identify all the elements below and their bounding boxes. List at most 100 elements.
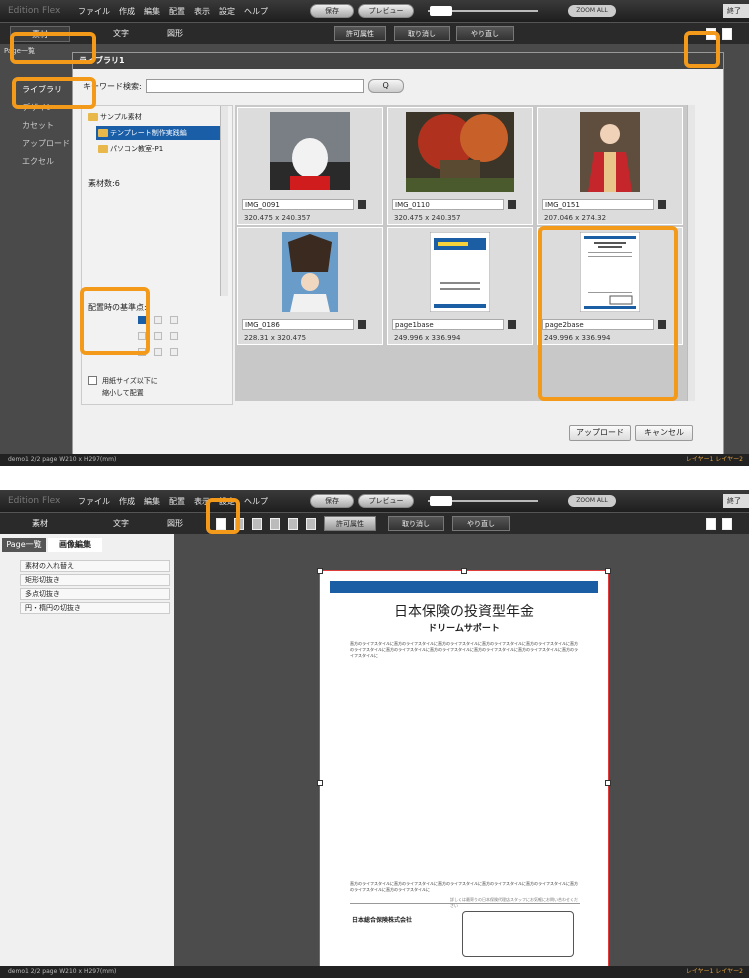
polygon-crop-button[interactable]: 多点切抜き <box>20 588 170 600</box>
item-name[interactable]: IMG_0110 <box>392 199 504 210</box>
anchor-mid-center[interactable] <box>154 332 162 340</box>
ellipse-crop-button[interactable]: 円・楕円の切抜き <box>20 602 170 614</box>
item-info-icon[interactable] <box>508 320 516 329</box>
library-item[interactable]: IMG_0186 228.31 x 320.475 <box>237 227 383 345</box>
tree-item-sample[interactable]: サンプル素材 <box>86 110 220 124</box>
tab-text[interactable]: 文字 <box>96 516 146 532</box>
screenshot-image-edit: Edition Flex ファイル 作成 編集 配置 表示 設定 ヘルプ 保存 … <box>0 490 749 978</box>
help-icon[interactable] <box>306 518 316 530</box>
zoom-all-button[interactable]: ZOOM ALL <box>568 495 616 507</box>
permission-button[interactable]: 許可属性 <box>324 516 376 531</box>
resize-handle[interactable] <box>605 568 611 574</box>
library-item[interactable]: IMG_0110 320.475 x 240.357 <box>387 107 533 225</box>
tree-scrollbar[interactable] <box>220 106 228 296</box>
preview-button[interactable]: プレビュー <box>358 494 414 508</box>
tree-item-template[interactable]: テンプレート制作実践編 <box>96 126 220 140</box>
menu-file[interactable]: ファイル <box>78 6 110 17</box>
item-name[interactable]: IMG_0091 <box>242 199 354 210</box>
menu-help[interactable]: ヘルプ <box>244 496 268 507</box>
tab-shape[interactable]: 図形 <box>150 516 200 532</box>
anchor-mid-right[interactable] <box>170 332 178 340</box>
sidebar-item-cassette[interactable]: カセット <box>22 120 54 131</box>
shrink-label-line1: 用紙サイズ以下に <box>102 377 158 385</box>
tree-item-pc-class[interactable]: パソコン教室-P1 <box>96 142 220 156</box>
resize-handle[interactable] <box>605 780 611 786</box>
anchor-bottom-center[interactable] <box>154 348 162 356</box>
menu-edit[interactable]: 編集 <box>144 6 160 17</box>
layer-indicator[interactable]: レイヤー1 レイヤー2 <box>686 454 743 466</box>
item-name[interactable]: IMG_0151 <box>542 199 654 210</box>
status-bar: demo1 2/2 page W210 x H297(mm) レイヤー1 レイヤ… <box>0 454 749 466</box>
zoom-slider-knob[interactable] <box>430 6 452 16</box>
rect-crop-button[interactable]: 矩形切抜き <box>20 574 170 586</box>
tab-image-edit[interactable]: 画像編集 <box>48 538 102 552</box>
menu-help[interactable]: ヘルプ <box>244 6 268 17</box>
item-name[interactable]: IMG_0186 <box>242 319 354 330</box>
menu-create[interactable]: 作成 <box>119 6 135 17</box>
search-input[interactable] <box>145 79 364 93</box>
undo-button[interactable]: 取り消し <box>394 26 450 41</box>
menu-edit[interactable]: 編集 <box>144 496 160 507</box>
page-double-icon[interactable] <box>722 518 732 530</box>
preview-button[interactable]: プレビュー <box>358 4 414 18</box>
library-item[interactable]: page1base 249.996 x 336.994 <box>387 227 533 345</box>
copy-icon[interactable] <box>270 518 280 530</box>
item-info-icon[interactable] <box>658 200 666 209</box>
item-info-icon[interactable] <box>358 320 366 329</box>
sidebar-item-excel[interactable]: エクセル <box>22 156 54 167</box>
resize-handle[interactable] <box>317 568 323 574</box>
save-button[interactable]: 保存 <box>310 4 354 18</box>
cancel-button[interactable]: キャンセル <box>635 425 693 441</box>
menu-arrange[interactable]: 配置 <box>169 496 185 507</box>
toolbar: 素材 文字 図形 許可属性 取り消し やり直し <box>0 512 749 534</box>
tab-material[interactable]: 素材 <box>10 516 70 532</box>
library-item[interactable]: IMG_0151 207.046 x 274.32 <box>537 107 683 225</box>
page-title: 日本保険の投資型年金 <box>394 604 534 620</box>
status-text: demo1 2/2 page W210 x H297(mm) <box>8 968 117 975</box>
exit-button[interactable]: 終了 <box>723 494 749 508</box>
layer-indicator[interactable]: レイヤー1 レイヤー2 <box>686 966 743 978</box>
menu-file[interactable]: ファイル <box>78 496 110 507</box>
tree-item-label: サンプル素材 <box>100 113 142 121</box>
redo-button[interactable]: やり直し <box>452 516 510 531</box>
redo-button[interactable]: やり直し <box>456 26 514 41</box>
tab-text[interactable]: 文字 <box>96 26 146 42</box>
permission-button[interactable]: 許可属性 <box>334 26 386 41</box>
exit-button[interactable]: 終了 <box>723 4 749 18</box>
menu-settings[interactable]: 設定 <box>219 6 235 17</box>
sidebar-item-upload[interactable]: アップロード <box>22 138 70 149</box>
anchor-top-right[interactable] <box>170 316 178 324</box>
menu-arrange[interactable]: 配置 <box>169 6 185 17</box>
anchor-top-center[interactable] <box>154 316 162 324</box>
search-button[interactable]: Q <box>367 79 404 93</box>
menu-bar: Edition Flex ファイル 作成 編集 配置 表示 設定 ヘルプ 保存 … <box>0 0 749 22</box>
page-single-icon[interactable] <box>706 518 716 530</box>
canvas-area[interactable]: 日本保険の投資型年金 ドリームサポート 直方のライフスタイルに直方のライフスタイ… <box>174 534 749 978</box>
shrink-checkbox[interactable] <box>88 376 97 385</box>
upload-button[interactable]: アップロード <box>569 425 631 441</box>
resize-handle[interactable] <box>317 780 323 786</box>
zoom-all-button[interactable]: ZOOM ALL <box>568 5 616 17</box>
item-size: 207.046 x 274.32 <box>544 214 607 222</box>
anchor-bottom-right[interactable] <box>170 348 178 356</box>
document-page[interactable]: 日本保険の投資型年金 ドリームサポート 直方のライフスタイルに直方のライフスタイ… <box>317 568 611 978</box>
tab-shape[interactable]: 図形 <box>150 26 200 42</box>
library-item[interactable]: IMG_0091 320.475 x 240.357 <box>237 107 383 225</box>
menu-bar: Edition Flex ファイル 作成 編集 配置 表示 設定 ヘルプ 保存 … <box>0 490 749 512</box>
page-double-icon[interactable] <box>722 28 732 40</box>
menu-create[interactable]: 作成 <box>119 496 135 507</box>
item-info-icon[interactable] <box>358 200 366 209</box>
item-name[interactable]: page1base <box>392 319 504 330</box>
grid-scrollbar[interactable] <box>687 105 695 401</box>
resize-handle[interactable] <box>461 568 467 574</box>
tree-item-label: テンプレート制作実践編 <box>110 129 187 137</box>
trash-icon[interactable] <box>288 518 298 530</box>
item-info-icon[interactable] <box>508 200 516 209</box>
tab-page-list[interactable]: Page一覧 <box>2 538 46 552</box>
replace-material-button[interactable]: 素材の入れ替え <box>20 560 170 572</box>
zoom-slider-knob[interactable] <box>430 496 452 506</box>
save-button[interactable]: 保存 <box>310 494 354 508</box>
menu-view[interactable]: 表示 <box>194 6 210 17</box>
undo-button[interactable]: 取り消し <box>388 516 444 531</box>
replace-icon[interactable] <box>252 518 262 530</box>
